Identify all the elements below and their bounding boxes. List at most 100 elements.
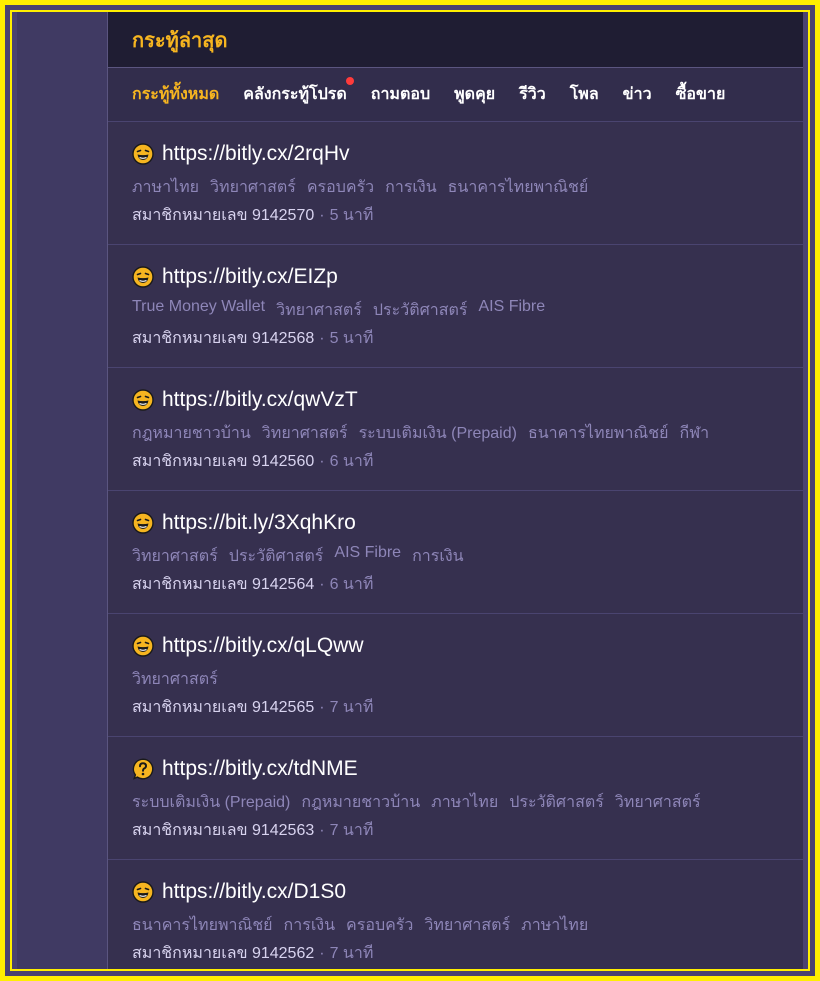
laughing-face-icon xyxy=(132,635,154,657)
topic-title-row: https://bitly.cx/tdNME xyxy=(132,754,779,784)
topic-tag[interactable]: ธนาคารไทยพาณิชย์ xyxy=(528,421,669,443)
panel-title: กระทู้ล่าสุด xyxy=(132,29,228,52)
topic-title[interactable]: https://bit.ly/3XqhKro xyxy=(162,511,356,535)
tab-3[interactable]: ถามตอบ xyxy=(371,82,430,107)
topic-tag[interactable]: ภาษาไทย xyxy=(132,175,199,197)
topic-title[interactable]: https://bitly.cx/tdNME xyxy=(162,757,358,781)
topic-tag[interactable]: ระบบเติมเงิน (Prepaid) xyxy=(359,421,517,443)
topic-tag[interactable]: ครอบครัว xyxy=(346,913,413,935)
topic-tags: ภาษาไทย วิทยาศาสตร์ ครอบครัว การเงิน ธนาคารไ… xyxy=(132,175,779,197)
topic-title[interactable]: https://bitly.cx/qLQww xyxy=(162,634,364,658)
meta-separator: · xyxy=(319,453,325,470)
topic-time: 6 นาที xyxy=(329,576,374,593)
topic-tags: วิทยาศาสตร์ xyxy=(132,667,779,689)
topic-tag[interactable]: กฎหมายชาวบ้าน xyxy=(301,790,420,812)
topic-tag[interactable]: ภาษาไทย xyxy=(431,790,498,812)
topic-tag[interactable]: ภาษาไทย xyxy=(521,913,588,935)
topic-title[interactable]: https://bitly.cx/qwVzT xyxy=(162,388,358,412)
topic-tag[interactable]: การเงิน xyxy=(412,544,463,566)
topic-meta: สมาชิกหมายเลข 9142570 · 5 นาที xyxy=(132,203,779,225)
tab-1[interactable]: กระทู้ทั้งหมด xyxy=(132,82,219,107)
topic-tag[interactable]: ประวัติศาสตร์ xyxy=(229,544,324,566)
topic-tag[interactable]: วิทยาศาสตร์ xyxy=(210,175,296,197)
topic-tag[interactable]: วิทยาศาสตร์ xyxy=(132,667,218,689)
topic-tag[interactable]: ระบบเติมเงิน (Prepaid) xyxy=(132,790,290,812)
tab-7[interactable]: ข่าว xyxy=(623,82,652,107)
topic-title-row: https://bitly.cx/2rqHv xyxy=(132,139,779,169)
topic-item[interactable]: https://bitly.cx/tdNME ระบบเติมเงิน (Pre… xyxy=(108,737,803,860)
topic-tags: ธนาคารไทยพาณิชย์ การเงิน ครอบครัว วิทยาศาสต… xyxy=(132,913,779,935)
topic-tag[interactable]: กฎหมายชาวบ้าน xyxy=(132,421,251,443)
topic-meta: สมาชิกหมายเลข 9142562 · 7 นาที xyxy=(132,941,779,963)
topic-meta: สมาชิกหมายเลข 9142565 · 7 นาที xyxy=(132,695,779,717)
topic-tag[interactable]: ธนาคารไทยพาณิชย์ xyxy=(448,175,589,197)
topic-author[interactable]: สมาชิกหมายเลข 9142562 xyxy=(132,945,314,962)
topic-item[interactable]: https://bitly.cx/qLQww วิทยาศาสตร์ สมาชิ… xyxy=(108,614,803,737)
topic-tags: ระบบเติมเงิน (Prepaid) กฎหมายชาวบ้าน ภาษาไ… xyxy=(132,790,779,812)
topic-title[interactable]: https://bitly.cx/2rqHv xyxy=(162,142,350,166)
tab-6[interactable]: โพล xyxy=(570,82,599,107)
tab-2[interactable]: คลังกระทู้โปรด xyxy=(243,77,354,107)
tab-4[interactable]: พูดคุย xyxy=(454,82,495,107)
topic-title-row: https://bitly.cx/D1S0 xyxy=(132,877,779,907)
topic-item[interactable]: https://bitly.cx/D1S0 ธนาคารไทยพาณิชย์ กา… xyxy=(108,860,803,969)
tab-label: ถามตอบ xyxy=(370,86,431,103)
topic-tag[interactable]: ประวัติศาสตร์ xyxy=(509,790,604,812)
topic-tag[interactable]: วิทยาศาสตร์ xyxy=(262,421,348,443)
left-rail xyxy=(17,12,107,969)
topic-tag[interactable]: ประวัติศาสตร์ xyxy=(373,298,468,320)
topic-author[interactable]: สมาชิกหมายเลข 9142564 xyxy=(132,576,314,593)
topic-tag[interactable]: วิทยาศาสตร์ xyxy=(615,790,701,812)
notification-dot xyxy=(345,77,354,85)
topic-time: 7 นาที xyxy=(329,945,374,962)
topic-author[interactable]: สมาชิกหมายเลข 9142568 xyxy=(132,330,314,347)
topic-author[interactable]: สมาชิกหมายเลข 9142563 xyxy=(132,822,314,839)
topic-item[interactable]: https://bitly.cx/EIZp True Money Wallet ว… xyxy=(108,245,803,368)
topic-item[interactable]: https://bit.ly/3XqhKro วิทยาศาสตร์ ประวัต… xyxy=(108,491,803,614)
screen-frame: กระทู้ล่าสุด กระทู้ทั้งหมด คลังกระทู้โปรด… xyxy=(0,0,820,981)
topic-author[interactable]: สมาชิกหมายเลข 9142565 xyxy=(132,699,314,716)
laughing-face-icon xyxy=(132,389,154,411)
topic-tags: True Money Wallet วิทยาศาสตร์ ประวัติศาสตร… xyxy=(132,298,779,320)
topic-list: https://bitly.cx/2rqHv ภาษาไทยวิทยาศาสตร… xyxy=(108,122,803,969)
topic-tag[interactable]: ธนาคารไทยพาณิชย์ xyxy=(132,913,273,935)
topic-author[interactable]: สมาชิกหมายเลข 9142570 xyxy=(132,207,314,224)
laughing-face-icon xyxy=(132,881,154,903)
topic-tag[interactable]: วิทยาศาสตร์ xyxy=(276,298,362,320)
topic-item[interactable]: https://bitly.cx/2rqHv ภาษาไทย วิทยาศาสตร… xyxy=(108,122,803,245)
topic-time: 5 นาที xyxy=(329,207,374,224)
tab-label: กระทู้ทั้งหมด xyxy=(132,86,220,103)
topic-meta: สมาชิกหมายเลข 9142564 · 6 นาที xyxy=(132,572,779,594)
topic-title[interactable]: https://bitly.cx/EIZp xyxy=(162,265,338,289)
tab-label: โพล xyxy=(569,86,599,103)
topic-tabs: กระทู้ทั้งหมด คลังกระทู้โปรด ถามตอบ พูดคุย ร… xyxy=(108,68,803,122)
tab-5[interactable]: รีวิว xyxy=(519,82,546,107)
tab-label: รีวิว xyxy=(519,86,546,103)
tab-8[interactable]: ซื้อขาย xyxy=(676,82,726,107)
topic-meta: สมาชิกหมายเลข 9142563 · 7 นาที xyxy=(132,818,779,840)
topic-tags: กฎหมายชาวบ้าน วิทยาศาสตร์ ระบบเติมเงิน (Pr… xyxy=(132,421,779,443)
panel-header: กระทู้ล่าสุด xyxy=(108,12,803,68)
topic-tag[interactable]: True Money Wallet xyxy=(132,298,265,320)
latest-topics-panel: กระทู้ล่าสุด กระทู้ทั้งหมด คลังกระทู้โปรด… xyxy=(107,12,803,969)
meta-separator: · xyxy=(319,576,325,593)
topic-item[interactable]: https://bitly.cx/qwVzT กฎหมายชาวบ้าน วิทย… xyxy=(108,368,803,491)
topic-tag[interactable]: AIS Fibre xyxy=(334,544,401,566)
topic-title-row: https://bitly.cx/EIZp xyxy=(132,262,779,292)
laughing-face-icon xyxy=(132,266,154,288)
topic-tag[interactable]: การเงิน xyxy=(284,913,335,935)
topic-time: 7 นาที xyxy=(329,822,374,839)
topic-meta: สมาชิกหมายเลข 9142560 · 6 นาที xyxy=(132,449,779,471)
topic-tag[interactable]: AIS Fibre xyxy=(478,298,545,320)
topic-tag[interactable]: วิทยาศาสตร์ xyxy=(424,913,510,935)
meta-separator: · xyxy=(319,822,325,839)
tab-label: ข่าว xyxy=(622,86,652,103)
topic-title-row: https://bitly.cx/qwVzT xyxy=(132,385,779,415)
topic-tag[interactable]: ครอบครัว xyxy=(307,175,374,197)
topic-author[interactable]: สมาชิกหมายเลข 9142560 xyxy=(132,453,314,470)
topic-title[interactable]: https://bitly.cx/D1S0 xyxy=(162,880,346,904)
tab-label: คลังกระทู้โปรด xyxy=(243,86,347,103)
topic-tag[interactable]: วิทยาศาสตร์ xyxy=(132,544,218,566)
topic-tag[interactable]: การเงิน xyxy=(385,175,436,197)
topic-tag[interactable]: กีฬา xyxy=(680,421,710,443)
